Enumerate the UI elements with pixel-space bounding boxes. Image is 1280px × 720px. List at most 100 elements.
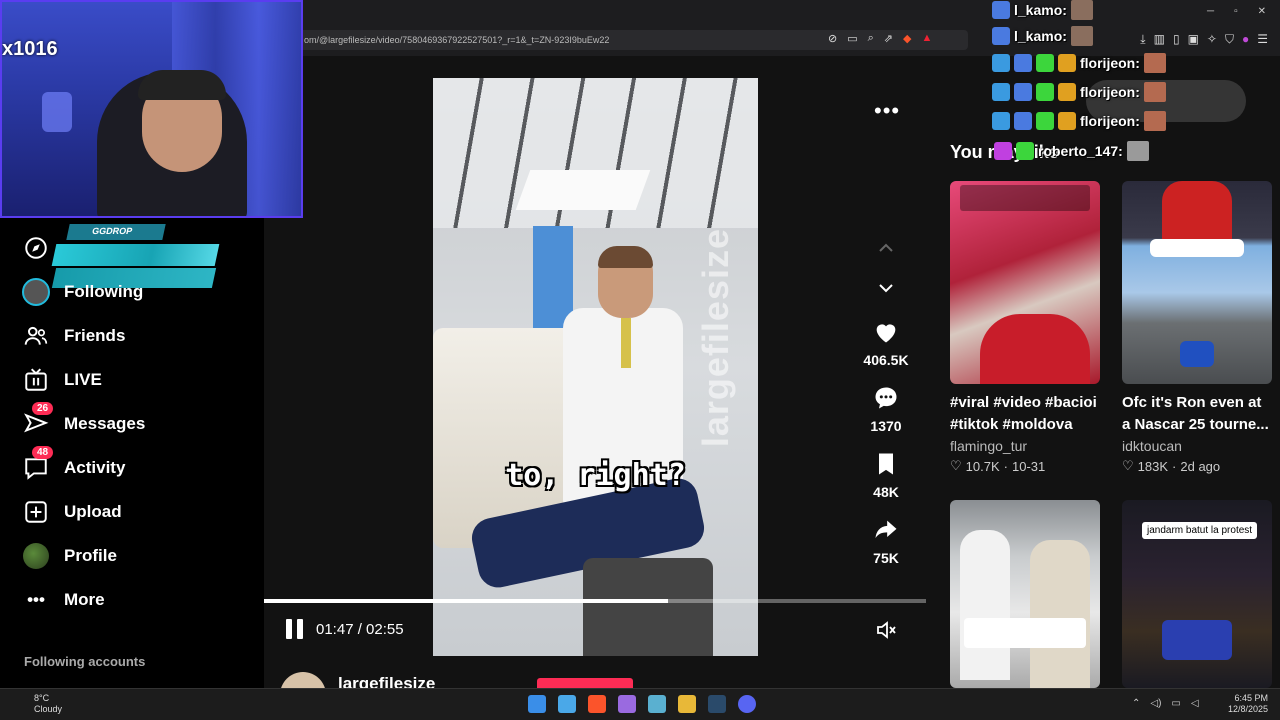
author-avatar[interactable] (280, 672, 326, 688)
video-frame[interactable]: largefilesize to, right? (433, 78, 758, 656)
screen-icon[interactable]: ▭ (847, 32, 857, 45)
sidebar-item-following[interactable]: Following (22, 276, 143, 308)
rec-title[interactable]: Ofc it's Ron even at a Nascar 25 tourne.… (1122, 392, 1272, 436)
share-count: 75K (873, 550, 899, 566)
system-tray: ⌃ ◁) ▭ ◁ (1132, 698, 1199, 709)
taskbar-apps (528, 695, 756, 713)
sidebar-item-label: Profile (64, 546, 117, 565)
chevron-down-icon[interactable] (876, 278, 896, 298)
comment-action[interactable]: 1370 (856, 384, 916, 434)
following-accounts-heading: Following accounts (24, 654, 146, 669)
sidebar-item-more[interactable]: ••• More (22, 584, 105, 616)
tray-chevron-icon[interactable]: ⌃ (1132, 698, 1140, 709)
network-icon[interactable]: ▭ (1171, 698, 1180, 709)
sidebar-item-upload[interactable]: Upload (22, 496, 122, 528)
wallet-icon[interactable]: ▣ (1188, 32, 1199, 47)
progress-fill (264, 599, 668, 603)
speaker-icon[interactable]: ◁) (1150, 698, 1161, 709)
rec-card[interactable] (950, 500, 1100, 688)
ggdrop-label: GGDROP (66, 224, 166, 240)
brave-icon[interactable] (588, 695, 606, 713)
profile-icon[interactable]: ● (1242, 32, 1249, 47)
copilot-icon[interactable] (618, 695, 636, 713)
comment-icon[interactable] (856, 384, 916, 414)
meta-separator: · (1003, 458, 1008, 474)
badge-icon (1058, 54, 1076, 72)
discord-icon[interactable] (738, 695, 756, 713)
rec-thumbnail[interactable]: jandarm batut la protest (1122, 500, 1272, 688)
upload-icon (22, 498, 50, 526)
minimize-icon[interactable]: ─ (1207, 6, 1214, 17)
share-action[interactable]: 75K (856, 516, 916, 566)
start-icon[interactable] (528, 695, 546, 713)
download-icon[interactable]: ⤓ (1140, 32, 1145, 47)
author-name[interactable]: largefilesize (338, 674, 435, 688)
steam-icon[interactable] (708, 695, 726, 713)
menu-icon[interactable]: ☰ (1257, 32, 1268, 47)
badge-icon (992, 27, 1010, 45)
taskbar: 8°C Cloudy ⌃ ◁) ▭ ◁ 6:45 PM 12/8/2025 (0, 688, 1280, 720)
heart-icon[interactable] (856, 318, 916, 348)
sidebar-icon[interactable]: ▯ (1173, 32, 1180, 47)
app-icon[interactable] (648, 695, 666, 713)
save-count: 48K (873, 484, 899, 500)
weather-widget[interactable]: 8°C Cloudy (14, 693, 62, 715)
rec-title[interactable]: #viral #video #bacioi #tiktok #moldova (950, 392, 1100, 436)
doctor-hair (598, 246, 653, 268)
address-bar-icons: ⊘ ▭ ⌕ ⇗ ◆ ▲ (828, 32, 932, 45)
chat-username: florijeon: (1080, 84, 1140, 100)
extensions-icon[interactable]: ✧ (1207, 32, 1217, 47)
more-options-icon[interactable]: ••• (874, 98, 900, 124)
translate-icon[interactable]: ⊘ (828, 32, 837, 45)
playback-time: 01:47 / 02:55 (316, 621, 404, 638)
chevron-up-icon[interactable] (876, 238, 896, 258)
sidebar-item-messages[interactable]: 26 Messages (22, 402, 145, 440)
badge-icon (1058, 83, 1076, 101)
rec-card[interactable]: Ofc it's Ron even at a Nascar 25 tourne.… (1122, 181, 1272, 474)
file-explorer-icon[interactable] (678, 695, 696, 713)
meta-separator: · (1172, 458, 1177, 474)
pause-button[interactable] (286, 619, 306, 641)
rec-thumbnail[interactable] (950, 181, 1100, 384)
rec-thumbnail[interactable] (950, 500, 1100, 688)
library-icon[interactable]: ▥ (1154, 32, 1165, 47)
progress-bar[interactable] (264, 599, 926, 603)
close-icon[interactable]: ✕ (1258, 6, 1266, 17)
share-icon[interactable]: ⇗ (884, 32, 893, 45)
sidebar-item-friends[interactable]: Friends (22, 320, 125, 352)
follow-button[interactable] (537, 678, 633, 688)
rec-author[interactable]: idktoucan (1122, 438, 1272, 454)
maximize-icon[interactable]: ▫ (1234, 6, 1238, 17)
volume-tray-icon[interactable]: ◁ (1191, 698, 1199, 709)
zoom-icon[interactable]: ⌕ (868, 32, 874, 45)
badge-icon (1016, 142, 1034, 160)
task-view-icon[interactable] (558, 695, 576, 713)
bookmark-icon[interactable] (856, 450, 916, 480)
sidebar-item-label: Upload (64, 502, 122, 521)
chat-emote (1143, 53, 1166, 73)
heart-outline-icon: ♡ (950, 458, 962, 473)
rec-card[interactable]: jandarm batut la protest (1122, 500, 1272, 688)
rec-author[interactable]: flamingo_tur (950, 438, 1100, 454)
volume-icon[interactable] (874, 618, 898, 642)
sidebar-item-live[interactable]: LIVE (22, 364, 102, 396)
rec-thumbnail[interactable] (1122, 181, 1272, 384)
chat-emote (1070, 0, 1093, 20)
screen: om/@largefilesize/video/7580469367922527… (0, 0, 1280, 720)
sidebar-item-label: Following (64, 282, 144, 301)
rewards-icon[interactable]: ▲ (921, 32, 932, 45)
sidebar-item-profile[interactable]: Profile (22, 540, 117, 572)
clock[interactable]: 6:45 PM 12/8/2025 (1228, 693, 1268, 715)
vpn-icon[interactable]: ⛉ (1225, 32, 1234, 47)
heart-outline-icon: ♡ (1122, 458, 1134, 473)
save-action[interactable]: 48K (856, 450, 916, 500)
rec-card[interactable]: #viral #video #bacioi #tiktok #moldova f… (950, 181, 1100, 474)
scene-chair (583, 558, 713, 656)
chat-emote (1126, 141, 1149, 161)
webcam-overlay: x1016 (0, 0, 303, 218)
friends-icon (22, 322, 50, 350)
share-arrow-icon[interactable] (856, 516, 916, 546)
sidebar-item-activity[interactable]: 48 Activity (22, 446, 125, 484)
like-action[interactable]: 406.5K (856, 318, 916, 368)
brave-shield-icon[interactable]: ◆ (903, 32, 911, 45)
